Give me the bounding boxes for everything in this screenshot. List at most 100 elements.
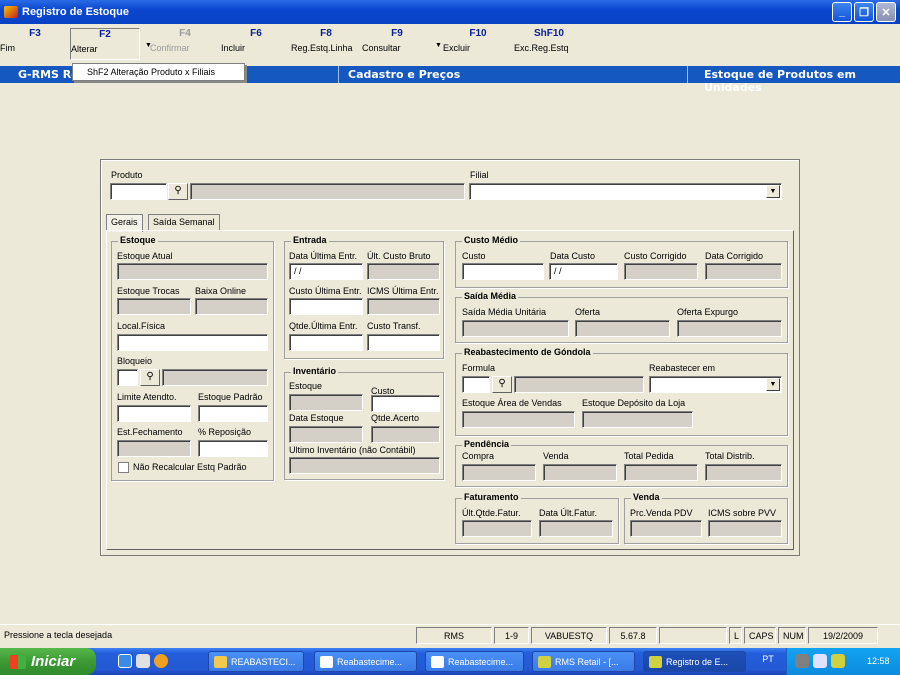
media-quicklaunch-icon[interactable] (154, 654, 168, 668)
estoque-trocas-field (117, 298, 191, 315)
consultar-dropdown-arrow[interactable]: ▼ (435, 42, 442, 49)
bloqueio-input[interactable] (117, 369, 138, 386)
pct-reposicao-input[interactable] (198, 440, 268, 457)
formula-description-field (514, 376, 644, 393)
estoque-area-vendas-field (462, 411, 575, 428)
pct-reposicao-label: % Reposição (198, 427, 252, 437)
consultar-button[interactable]: F9 Consultar (362, 28, 432, 53)
local-fisica-input[interactable] (117, 334, 268, 351)
app-tray-icon[interactable] (831, 654, 845, 668)
total-distrib-label: Total Distrib. (705, 451, 755, 461)
bloqueio-label: Bloqueio (117, 356, 153, 366)
qtde-acerto-label: Qtde.Acerto (371, 413, 420, 423)
oferta-field (575, 320, 670, 337)
fim-button[interactable]: F3 Fim (0, 28, 70, 53)
ult-qtde-fatur-field (462, 520, 532, 537)
limite-atendto-label: Limite Atendto. (117, 392, 177, 402)
windows-logo-icon (10, 654, 26, 669)
baixa-online-field (195, 298, 268, 315)
alteracao-produto-filiais-menu-item[interactable]: ShF2 Alteração Produto x Filiais (72, 63, 245, 81)
excluir-button[interactable]: F10 Excluir (443, 28, 513, 53)
data-custo-input[interactable]: / / (549, 263, 618, 280)
window-titlebar: Registro de Estoque _ ❐ ✕ (0, 0, 900, 24)
data-ult-fatur-field (539, 520, 613, 537)
qtde-ultima-entr-label: Qtde.Última Entr. (289, 321, 358, 331)
chevron-down-icon[interactable]: ▼ (766, 185, 780, 198)
produto-search-icon[interactable]: ⚲ (168, 183, 188, 200)
maximize-button[interactable]: ❐ (854, 2, 874, 22)
produto-description-field (190, 183, 465, 200)
ult-custo-bruto-label: Últ. Custo Bruto (367, 251, 431, 261)
clock[interactable]: 12:58 (867, 656, 890, 666)
data-custo-label: Data Custo (550, 251, 596, 261)
estoque-atual-label: Estoque Atual (117, 251, 173, 261)
inventario-group-title: Inventário (291, 366, 339, 376)
estoque-deposito-label: Estoque Depósito da Loja (582, 398, 686, 408)
oferta-expurgo-field (677, 320, 782, 337)
reg-estq-linha-button[interactable]: F8 Reg.Estq.Linha (291, 28, 361, 53)
status-panel-l: L (729, 627, 742, 644)
venda-group-title: Venda (631, 492, 662, 502)
filial-select[interactable]: ▼ (469, 183, 782, 200)
exc-reg-estq-button[interactable]: ShF10 Exc.Reg.Estq (514, 28, 584, 53)
minimize-button[interactable]: _ (832, 2, 852, 22)
qtde-ultima-entr-input[interactable] (289, 334, 363, 351)
estoque-padrao-input[interactable] (198, 405, 268, 422)
inventario-estoque-field (289, 394, 363, 411)
task-rms-retail[interactable]: RMS Retail - [... (532, 651, 635, 672)
toolbar: F3 Fim F2 Alterar ▼ F4 Confirmar F6 Incluir … (0, 24, 900, 66)
ie-quicklaunch-icon[interactable] (118, 654, 132, 668)
task-registro-estoque[interactable]: Registro de E... (643, 651, 746, 672)
start-button[interactable]: Iniciar (0, 648, 96, 675)
browser-quicklaunch-icon[interactable] (136, 654, 150, 668)
data-corrigido-label: Data Corrigido (705, 251, 764, 261)
status-message: Pressione a tecla desejada (4, 630, 113, 640)
estoque-padrao-label: Estoque Padrão (198, 392, 263, 402)
data-ultima-entr-label: Data Última Entr. (289, 251, 358, 261)
module-section: Cadastro e Preços (348, 68, 461, 81)
reabastecer-em-select[interactable]: ▼ (649, 376, 782, 393)
bloqueio-search-icon[interactable]: ⚲ (140, 369, 160, 386)
status-panel-caps: CAPS (744, 627, 776, 644)
status-panel-empty (659, 627, 727, 644)
produto-label: Produto (111, 170, 143, 180)
custo-transf-input[interactable] (367, 334, 440, 351)
status-panel-system: RMS (416, 627, 492, 644)
task-reabastecimento-folder[interactable]: REABASTECI... (208, 651, 304, 672)
data-ultima-entr-input[interactable]: / / (289, 263, 363, 280)
formula-label: Formula (462, 363, 496, 373)
total-distrib-field (705, 464, 782, 481)
app-icon (4, 6, 18, 18)
alterar-button[interactable]: F2 Alterar (70, 28, 140, 60)
inventario-custo-input[interactable] (371, 395, 440, 412)
chevron-down-icon[interactable]: ▼ (766, 378, 780, 391)
data-ult-fatur-label: Data Últ.Fatur. (539, 508, 598, 518)
custo-ultima-entr-input[interactable] (289, 298, 363, 315)
status-panel-date: 19/2/2009 (808, 627, 878, 644)
incluir-button[interactable]: F6 Incluir (221, 28, 291, 53)
custo-medio-input[interactable] (462, 263, 544, 280)
task-reabastecimento-doc-1[interactable]: Reabastecime... (314, 651, 417, 672)
network-icon[interactable] (795, 654, 809, 668)
formula-input[interactable] (462, 376, 490, 393)
estoque-area-vendas-label: Estoque Área de Vendas (462, 398, 562, 408)
inventario-estoque-label: Estoque (289, 381, 323, 391)
icms-sobre-pvv-field (708, 520, 782, 537)
status-bar: Pressione a tecla desejada RMS 1-9 VABUE… (0, 624, 900, 644)
local-fisica-label: Local.Física (117, 321, 166, 331)
tab-saida-semanal[interactable]: Saída Semanal (148, 214, 220, 231)
ultimo-inventario-label: Ultimo Inventário (não Contábil) (289, 445, 416, 455)
task-reabastecimento-doc-2[interactable]: Reabastecime... (425, 651, 524, 672)
nao-recalcular-checkbox[interactable] (118, 462, 129, 473)
language-indicator[interactable]: PT (756, 654, 780, 668)
data-estoque-label: Data Estoque (289, 413, 344, 423)
system-tray: 12:58 (786, 648, 900, 675)
volume-icon[interactable] (813, 654, 827, 668)
total-pedida-field (624, 464, 698, 481)
limite-atendto-input[interactable] (117, 405, 191, 422)
formula-search-icon[interactable]: ⚲ (492, 376, 512, 393)
produto-input[interactable] (110, 183, 167, 200)
close-button[interactable]: ✕ (876, 2, 896, 22)
saida-media-unitaria-label: Saída Média Unitária (462, 307, 547, 317)
pendencia-venda-label: Venda (543, 451, 569, 461)
